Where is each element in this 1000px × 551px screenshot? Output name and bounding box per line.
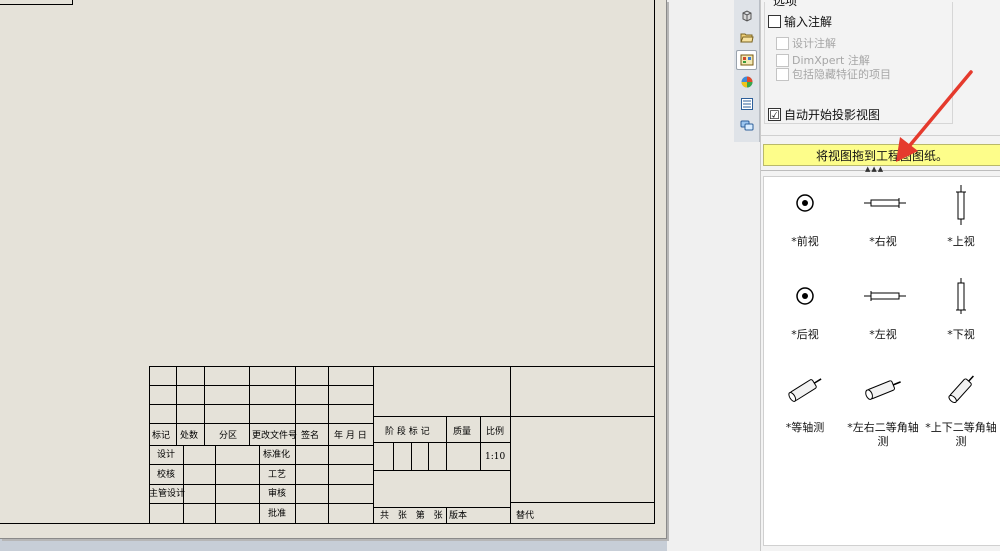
isometric-view-icon — [788, 378, 822, 402]
view-item-bottom[interactable]: *下视 — [922, 274, 1000, 356]
include-hidden-checkbox — [776, 67, 789, 81]
tb-scale-value: 1:10 — [485, 452, 506, 462]
tb-change-doc: 更改文件号 — [252, 431, 298, 441]
tb-scale: 比例 — [486, 427, 505, 437]
view-item-dimetric-lr[interactable]: *左右二等角轴测 — [844, 367, 922, 449]
include-hidden-label: 包括隐藏特征的项目 — [792, 68, 891, 81]
design-annotations-label: 设计注解 — [792, 37, 836, 50]
splitter-grip-icon[interactable]: ▲▲▲ — [865, 166, 884, 173]
view-label: *等轴测 — [785, 421, 825, 434]
view-label: *右视 — [869, 235, 897, 248]
view-item-isometric[interactable]: *等轴测 — [766, 367, 844, 449]
import-annotations-checkbox[interactable] — [768, 15, 781, 28]
check-icon: ☑ — [769, 107, 780, 122]
tb-standardize: 标准化 — [263, 450, 291, 460]
hint-message: 将视图拖到工程图图纸。 — [763, 144, 1000, 166]
options-group: 选项 输入注解 设计注解 DimXpert 注解 包括隐藏特征的项目 ☑ 自动开… — [764, 0, 953, 124]
top-view-icon — [956, 185, 966, 225]
view-label: *左视 — [869, 328, 897, 341]
comments-icon[interactable] — [736, 116, 757, 136]
drawing-sheet[interactable]: 标记 处数 分区 更改文件号 签名 年 月 日 阶 段 标 记 质量 比例 1:… — [0, 0, 667, 539]
tb-check: 校核 — [157, 470, 176, 480]
bottom-view-icon — [956, 278, 966, 314]
views-list: *前视 *右视 *上视 *后视 *左视 *下视 *等轴测 *左右二等角轴测 *上… — [763, 176, 1000, 546]
design-annotations-checkbox — [776, 36, 789, 50]
back-view-icon — [796, 287, 814, 305]
tb-approve: 批准 — [268, 509, 287, 519]
tb-design: 设计 — [157, 450, 176, 460]
title-block[interactable]: 标记 处数 分区 更改文件号 签名 年 月 日 阶 段 标 记 质量 比例 1:… — [149, 366, 655, 524]
tb-replace: 替代 — [516, 511, 535, 521]
view-label: *下视 — [947, 328, 975, 341]
view-label: *后视 — [791, 328, 819, 341]
properties-icon[interactable] — [736, 94, 757, 114]
tb-version: 版本 — [449, 511, 468, 521]
folder-icon[interactable] — [736, 28, 757, 48]
view-palette-icon[interactable] — [736, 50, 757, 70]
model-icon[interactable] — [736, 6, 757, 26]
auto-start-projected-label: 自动开始投影视图 — [784, 108, 881, 122]
left-view-icon — [864, 291, 906, 301]
front-view-icon — [796, 194, 814, 212]
right-view-icon — [864, 198, 906, 208]
tb-weight: 质量 — [453, 427, 472, 437]
tb-count: 处数 — [180, 431, 199, 441]
view-item-right[interactable]: *右视 — [844, 181, 922, 263]
include-hidden-option: 包括隐藏特征的项目 — [776, 66, 891, 82]
tb-sheets: 共 张 第 张 — [380, 511, 446, 521]
import-annotations-option[interactable]: 输入注解 — [768, 13, 832, 30]
tb-chief-designer: 主管设计 — [149, 489, 186, 499]
view-item-top[interactable]: *上视 — [922, 181, 1000, 263]
title-block-grid — [149, 366, 655, 524]
drawing-canvas[interactable]: 标记 处数 分区 更改文件号 签名 年 月 日 阶 段 标 记 质量 比例 1:… — [0, 0, 667, 551]
hint-text: 将视图拖到工程图图纸。 — [815, 148, 948, 163]
tb-zone: 分区 — [219, 431, 238, 441]
view-label: *左右二等角轴测 — [847, 421, 919, 448]
auto-start-projected-option[interactable]: ☑ 自动开始投影视图 — [768, 106, 880, 123]
view-label: *上视 — [947, 235, 975, 248]
tb-process: 工艺 — [268, 470, 287, 480]
view-item-dimetric-tb[interactable]: *上下二等角轴测 — [922, 367, 1000, 449]
tb-mark: 标记 — [152, 431, 171, 441]
dimxpert-annotations-checkbox — [776, 53, 789, 67]
sheet-corner-box — [0, 0, 73, 5]
view-palette-panel: 选项 输入注解 设计注解 DimXpert 注解 包括隐藏特征的项目 ☑ 自动开… — [760, 0, 1000, 551]
view-item-left[interactable]: *左视 — [844, 274, 922, 356]
task-pane-tab-bar — [734, 0, 760, 142]
view-label: *上下二等角轴测 — [925, 421, 997, 448]
dimetric-tb-view-icon — [948, 375, 974, 404]
tb-stage-mark: 阶 段 标 记 — [385, 427, 430, 437]
panel-separator — [761, 135, 1000, 136]
dimetric-lr-view-icon — [865, 380, 901, 400]
view-item-front[interactable]: *前视 — [766, 181, 844, 263]
view-label: *前视 — [791, 235, 819, 248]
appearance-icon[interactable] — [736, 72, 757, 92]
design-annotations-option: 设计注解 — [776, 35, 836, 51]
auto-start-projected-checkbox[interactable]: ☑ — [768, 108, 781, 121]
view-item-back[interactable]: *后视 — [766, 274, 844, 356]
app-window: 标记 处数 分区 更改文件号 签名 年 月 日 阶 段 标 记 质量 比例 1:… — [0, 0, 1000, 551]
tb-date: 年 月 日 — [334, 431, 367, 441]
import-annotations-label: 输入注解 — [784, 15, 833, 29]
tb-signature: 签名 — [301, 431, 320, 441]
options-title: 选项 — [771, 0, 800, 7]
tb-review: 审核 — [268, 489, 287, 499]
